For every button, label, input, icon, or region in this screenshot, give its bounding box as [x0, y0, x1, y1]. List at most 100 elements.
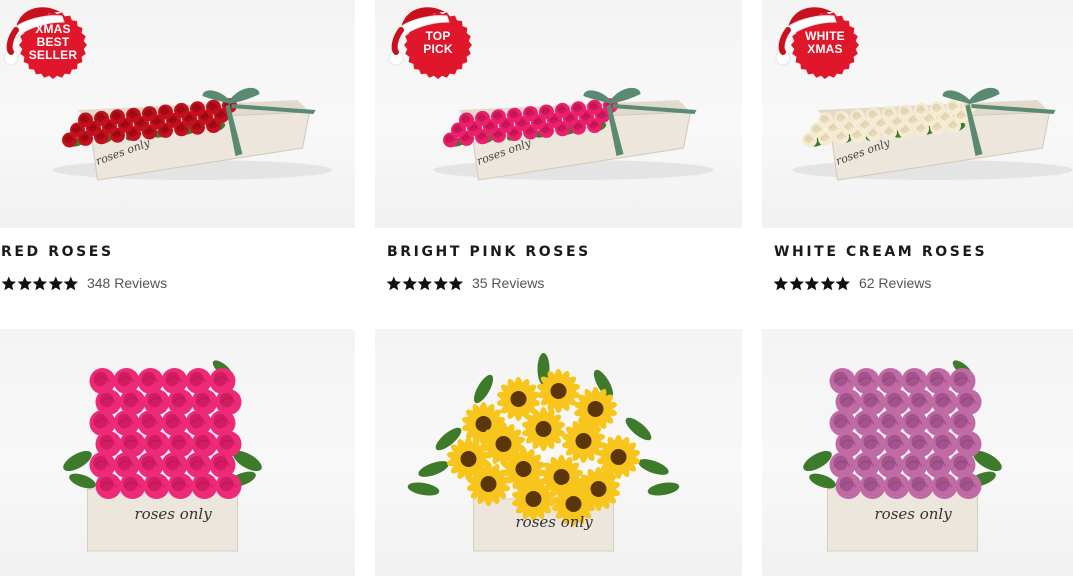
rose-bloom	[507, 107, 522, 123]
rose-bloom	[931, 473, 958, 499]
star-icon	[804, 276, 820, 290]
rose-bloom	[898, 104, 913, 120]
square-box-bouquet: roses only	[803, 360, 1002, 552]
hat-tip	[391, 27, 404, 55]
product-image[interactable]: roses only	[762, 329, 1073, 576]
christmas-badge: WHITE XMAS	[774, 0, 860, 84]
product-title[interactable]: RED ROSES	[1, 244, 114, 260]
rose-bloom	[78, 112, 93, 128]
star-icon	[417, 276, 433, 290]
star-icon	[835, 276, 851, 290]
review-count-link[interactable]: 348 Reviews	[87, 275, 167, 291]
leaf	[407, 482, 440, 496]
rose-bloom	[930, 101, 945, 117]
rose-bloom	[955, 473, 982, 499]
box-logo: roses only	[135, 505, 213, 523]
rose-bloom	[119, 473, 146, 499]
product-card[interactable]: roses only	[762, 329, 1073, 576]
product-card[interactable]: roses only	[0, 329, 355, 576]
product-grid: roses only XMAS BEST SELLER RED ROSES 34…	[0, 0, 1073, 576]
rose-bloom	[459, 112, 474, 128]
bouquet	[63, 360, 262, 499]
star-icon	[48, 276, 63, 290]
rose-bloom	[946, 99, 961, 115]
rose-bloom	[834, 110, 849, 126]
star-icon	[17, 276, 32, 290]
hat-tip	[778, 27, 791, 55]
product-title[interactable]: WHITE CREAM ROSES	[774, 244, 987, 260]
product-card[interactable]: roses only	[375, 329, 742, 576]
ribbon-bow	[610, 87, 641, 104]
star-icon	[1, 276, 16, 290]
rose-bloom	[126, 107, 141, 123]
christmas-badge: XMAS BEST SELLER	[2, 0, 88, 84]
product-image[interactable]: roses only	[375, 329, 742, 576]
bouquet	[407, 353, 680, 526]
rose-bloom	[491, 109, 506, 125]
rose-bloom	[215, 473, 242, 499]
rose-bloom	[523, 106, 538, 122]
product-image[interactable]: roses only XMAS BEST SELLER	[0, 0, 355, 228]
star-icon	[820, 276, 835, 290]
review-count-link[interactable]: 35 Reviews	[472, 275, 544, 291]
leaf	[473, 374, 494, 404]
bouquet	[803, 360, 1002, 499]
rose-bloom	[835, 473, 862, 499]
rose-bloom	[95, 473, 122, 499]
rose-bloom	[571, 101, 586, 117]
rose-bloom	[587, 99, 602, 115]
ribbon-bow	[969, 87, 1000, 104]
rose-bloom	[866, 107, 881, 123]
rating-stars	[1, 276, 79, 291]
rose-bloom	[882, 106, 897, 122]
badge-line: SELLER	[28, 48, 78, 62]
rose-bloom	[850, 109, 865, 125]
box-logo: roses only	[516, 513, 594, 531]
rose-bloom	[539, 104, 554, 120]
rose-bloom	[94, 110, 109, 126]
star-icon	[789, 276, 804, 290]
rose-bloom	[190, 101, 205, 117]
leaf	[418, 461, 449, 477]
product-rating: 348 Reviews	[1, 275, 167, 291]
leaf	[803, 450, 832, 472]
square-box-bouquet: roses only	[63, 360, 262, 552]
rose-bloom	[191, 473, 218, 499]
product-rating: 35 Reviews	[386, 275, 544, 291]
star-icon	[386, 276, 401, 290]
badge-line: PICK	[423, 42, 453, 56]
star-icon	[433, 276, 448, 290]
rose-bloom	[859, 473, 886, 499]
ribbon-bow	[229, 87, 260, 104]
rating-stars	[386, 276, 464, 291]
product-card[interactable]: roses only TOP PICK BRIGHT PINK ROSES 35…	[375, 0, 742, 300]
star-icon	[773, 276, 788, 290]
product-title[interactable]: BRIGHT PINK ROSES	[387, 244, 591, 260]
leaf	[647, 482, 680, 496]
box-logo: roses only	[875, 505, 953, 523]
review-count-link[interactable]: 62 Reviews	[859, 275, 931, 291]
rose-bloom	[142, 106, 157, 122]
product-image[interactable]: roses only TOP PICK	[375, 0, 742, 228]
product-image[interactable]: roses only WHITE XMAS	[762, 0, 1073, 228]
product-card[interactable]: roses only XMAS BEST SELLER RED ROSES 34…	[0, 0, 355, 300]
rose-bloom	[555, 102, 570, 118]
rose-bloom	[206, 99, 221, 115]
rose-bloom	[914, 102, 929, 118]
rose-bloom	[143, 473, 170, 499]
rose-bloom	[110, 109, 125, 125]
christmas-badge: TOP PICK	[387, 0, 473, 84]
product-card[interactable]: roses only WHITE XMAS WHITE CREAM ROSES …	[762, 0, 1073, 300]
product-rating: 62 Reviews	[773, 275, 931, 291]
rose-bloom	[475, 110, 490, 126]
star-icon	[402, 276, 417, 290]
rose-bloom	[167, 473, 194, 499]
rose-bloom	[907, 473, 934, 499]
rose-bloom	[883, 473, 910, 499]
rating-stars	[773, 276, 851, 291]
leaf	[638, 459, 669, 475]
product-image[interactable]: roses only	[0, 329, 355, 576]
leaf	[63, 450, 92, 472]
rose-bloom	[158, 104, 173, 120]
rose-bloom	[818, 112, 833, 128]
